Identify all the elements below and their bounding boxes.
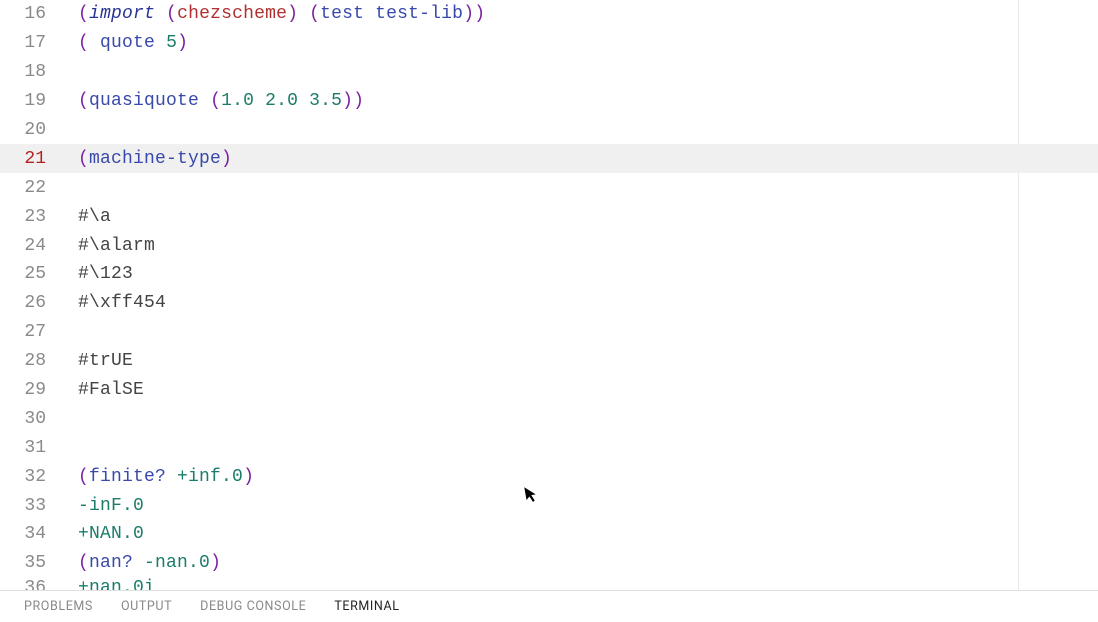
code-line[interactable]: 34+NAN.0 (0, 520, 1098, 549)
code-content[interactable]: #\a (78, 207, 111, 227)
panel-tab-problems[interactable]: PROBLEMS (24, 599, 93, 614)
code-content[interactable]: -inF.0 (78, 496, 144, 516)
line-number: 32 (0, 467, 78, 487)
code-content[interactable]: (machine-type) (78, 149, 232, 169)
line-number: 23 (0, 207, 78, 227)
code-line[interactable]: 21(machine-type) (0, 144, 1098, 173)
code-line[interactable]: 18 (0, 58, 1098, 87)
code-line[interactable]: 23#\a (0, 202, 1098, 231)
code-line[interactable]: 28#trUE (0, 347, 1098, 376)
line-number: 28 (0, 351, 78, 371)
line-number: 36 (0, 578, 78, 590)
code-line[interactable]: 32(finite? +inf.0) (0, 462, 1098, 491)
code-content[interactable]: #FalSE (78, 380, 144, 400)
code-line[interactable]: 36+nan.0i (0, 578, 1098, 590)
panel-tab-terminal[interactable]: TERMINAL (334, 599, 399, 614)
line-number: 19 (0, 91, 78, 111)
code-content[interactable]: (quasiquote (1.0 2.0 3.5)) (78, 91, 364, 111)
line-number: 33 (0, 496, 78, 516)
code-line[interactable]: 20 (0, 116, 1098, 145)
panel-tab-output[interactable]: OUTPUT (121, 599, 172, 614)
code-line[interactable]: 31 (0, 433, 1098, 462)
code-line[interactable]: 22 (0, 173, 1098, 202)
code-content[interactable]: (nan? -nan.0) (78, 553, 221, 573)
code-line[interactable]: 16(import (chezscheme) (test test-lib)) (0, 0, 1098, 29)
code-content[interactable]: #\xff454 (78, 293, 166, 313)
line-number: 18 (0, 62, 78, 82)
line-number: 31 (0, 438, 78, 458)
line-number: 29 (0, 380, 78, 400)
line-number: 22 (0, 178, 78, 198)
code-content[interactable]: +nan.0i (78, 578, 155, 590)
code-line[interactable]: 30 (0, 404, 1098, 433)
code-line[interactable]: 24#\alarm (0, 231, 1098, 260)
code-line[interactable]: 33-inF.0 (0, 491, 1098, 520)
bottom-panel: PROBLEMS OUTPUT DEBUG CONSOLE TERMINAL (0, 590, 1098, 622)
code-content[interactable]: (finite? +inf.0) (78, 467, 254, 487)
code-line[interactable]: 19(quasiquote (1.0 2.0 3.5)) (0, 87, 1098, 116)
code-line[interactable]: 27 (0, 318, 1098, 347)
code-line[interactable]: 25#\123 (0, 260, 1098, 289)
code-line[interactable]: 26#\xff454 (0, 289, 1098, 318)
code-line[interactable]: 17( quote 5) (0, 29, 1098, 58)
line-number: 30 (0, 409, 78, 429)
line-number: 34 (0, 524, 78, 544)
code-content[interactable]: #\alarm (78, 236, 155, 256)
line-number: 20 (0, 120, 78, 140)
line-number: 27 (0, 322, 78, 342)
code-content[interactable]: (import (chezscheme) (test test-lib)) (78, 4, 485, 24)
code-line[interactable]: 35(nan? -nan.0) (0, 549, 1098, 578)
code-content[interactable]: #trUE (78, 351, 133, 371)
line-number: 16 (0, 4, 78, 24)
code-content[interactable]: ( quote 5) (78, 33, 188, 53)
line-number: 21 (0, 149, 78, 169)
code-content[interactable]: +NAN.0 (78, 524, 144, 544)
line-number: 35 (0, 553, 78, 573)
code-line[interactable]: 29#FalSE (0, 376, 1098, 405)
line-number: 24 (0, 236, 78, 256)
line-number: 25 (0, 264, 78, 284)
code-content[interactable]: #\123 (78, 264, 133, 284)
line-number: 17 (0, 33, 78, 53)
panel-tab-debug-console[interactable]: DEBUG CONSOLE (200, 599, 306, 614)
code-editor[interactable]: 16(import (chezscheme) (test test-lib))1… (0, 0, 1098, 590)
line-number: 26 (0, 293, 78, 313)
